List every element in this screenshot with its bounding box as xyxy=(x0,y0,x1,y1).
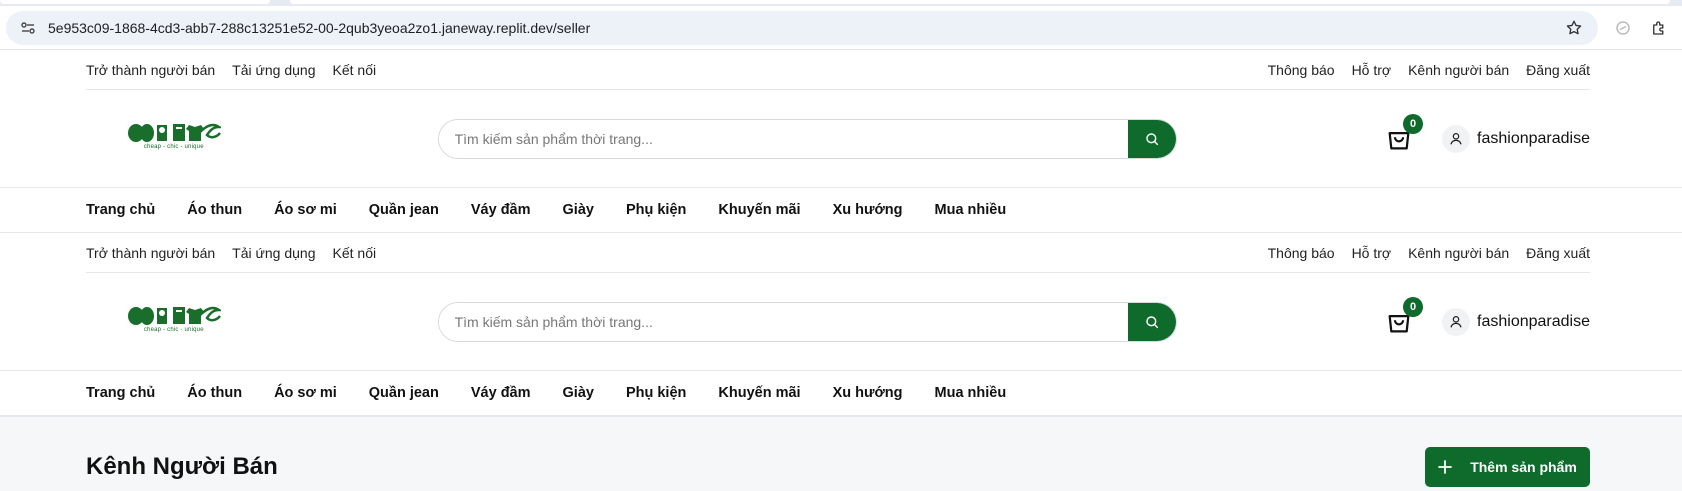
nav-best-sellers[interactable]: Mua nhiều xyxy=(935,202,1007,218)
logo-mark xyxy=(127,123,221,142)
extension-icon[interactable] xyxy=(1612,17,1634,39)
nav-shoes[interactable]: Giày xyxy=(563,385,594,401)
top-left-links: Trở thành người bán Tải ứng dụng Kết nối xyxy=(86,62,376,78)
logo-tagline: cheap - chic - unique xyxy=(143,326,204,333)
main-bar: cheap - chic - unique 0 fashionparadise xyxy=(86,273,1590,370)
top-links-bar: Trở thành người bán Tải ứng dụng Kết nối… xyxy=(86,233,1590,273)
link-become-seller[interactable]: Trở thành người bán xyxy=(86,245,215,261)
link-seller-channel[interactable]: Kênh người bán xyxy=(1408,62,1509,78)
user-icon xyxy=(1442,307,1471,336)
search-bar xyxy=(437,301,1178,342)
link-logout[interactable]: Đăng xuất xyxy=(1526,62,1590,78)
search-icon xyxy=(1146,132,1159,145)
star-icon[interactable] xyxy=(1562,16,1586,40)
link-connect[interactable]: Kết nối xyxy=(333,245,377,261)
nav-jeans[interactable]: Quần jean xyxy=(369,385,439,401)
top-right-links: Thông báo Hỗ trợ Kênh người bán Đăng xuấ… xyxy=(1268,62,1590,78)
link-notifications[interactable]: Thông báo xyxy=(1268,245,1335,261)
nav-best-sellers[interactable]: Mua nhiều xyxy=(935,385,1007,401)
plus-icon xyxy=(1438,460,1453,474)
top-left-links: Trở thành người bán Tải ứng dụng Kết nối xyxy=(86,245,376,261)
nav-dresses[interactable]: Váy đầm xyxy=(471,385,531,401)
browser-tab[interactable] xyxy=(290,0,1670,4)
nav-shoes[interactable]: Giày xyxy=(563,202,594,218)
link-seller-channel[interactable]: Kênh người bán xyxy=(1408,245,1509,261)
url-text[interactable]: 5e953c09-1868-4cd3-abb7-288c13251e52-00-… xyxy=(48,20,1562,36)
seller-header-row: Kênh Người Bán Thêm sản phẩm xyxy=(86,417,1590,487)
link-logout[interactable]: Đăng xuất xyxy=(1526,245,1590,261)
user-menu[interactable]: fashionparadise xyxy=(1442,124,1590,153)
cart-count-badge: 0 xyxy=(1403,113,1424,134)
logo-mark xyxy=(127,306,221,325)
nav-shirts[interactable]: Áo sơ mi xyxy=(274,202,337,218)
site-header: Trở thành người bán Tải ứng dụng Kết nối… xyxy=(0,50,1682,233)
link-connect[interactable]: Kết nối xyxy=(333,62,377,78)
nav-home[interactable]: Trang chủ xyxy=(86,202,155,218)
nav-trends[interactable]: Xu hướng xyxy=(833,202,903,218)
site-info-icon[interactable] xyxy=(18,18,38,38)
main-bar: cheap - chic - unique 0 fashionparadise xyxy=(86,90,1590,187)
link-support[interactable]: Hỗ trợ xyxy=(1352,62,1392,78)
browser-tab[interactable] xyxy=(0,0,270,4)
top-links-bar: Trở thành người bán Tải ứng dụng Kết nối… xyxy=(86,50,1590,90)
user-icon xyxy=(1442,124,1471,153)
link-become-seller[interactable]: Trở thành người bán xyxy=(86,62,215,78)
search-input[interactable] xyxy=(438,119,1129,158)
search-icon xyxy=(1146,315,1159,328)
nav-home[interactable]: Trang chủ xyxy=(86,385,155,401)
link-notifications[interactable]: Thông báo xyxy=(1268,62,1335,78)
link-support[interactable]: Hỗ trợ xyxy=(1352,245,1392,261)
site-header-duplicate: Trở thành người bán Tải ứng dụng Kết nối… xyxy=(0,233,1682,416)
link-download-app[interactable]: Tải ứng dụng xyxy=(232,245,315,261)
nav-shirts[interactable]: Áo sơ mi xyxy=(274,385,337,401)
username: fashionparadise xyxy=(1477,312,1590,330)
seller-page: Kênh Người Bán Thêm sản phẩm xyxy=(0,416,1682,491)
logo-tagline: cheap - chic - unique xyxy=(143,143,204,150)
category-nav: Trang chủ Áo thun Áo sơ mi Quần jean Váy… xyxy=(86,188,1590,232)
link-download-app[interactable]: Tải ứng dụng xyxy=(232,62,315,78)
nav-dresses[interactable]: Váy đầm xyxy=(471,202,531,218)
search-bar xyxy=(437,118,1178,159)
username: fashionparadise xyxy=(1477,129,1590,147)
user-menu[interactable]: fashionparadise xyxy=(1442,307,1590,336)
search-button[interactable] xyxy=(1128,302,1177,341)
add-product-label: Thêm sản phẩm xyxy=(1470,459,1577,475)
nav-tshirts[interactable]: Áo thun xyxy=(187,202,242,218)
nav-accessories[interactable]: Phụ kiện xyxy=(626,202,686,218)
logo[interactable]: cheap - chic - unique xyxy=(120,119,228,159)
browser-tab-strip xyxy=(0,0,1682,6)
add-product-button[interactable]: Thêm sản phẩm xyxy=(1425,447,1590,487)
cart-count-badge: 0 xyxy=(1403,296,1424,317)
browser-toolbar: 5e953c09-1868-4cd3-abb7-288c13251e52-00-… xyxy=(0,6,1682,50)
logo[interactable]: cheap - chic - unique xyxy=(120,302,228,342)
address-bar[interactable]: 5e953c09-1868-4cd3-abb7-288c13251e52-00-… xyxy=(6,10,1598,45)
cart-button[interactable]: 0 xyxy=(1382,296,1424,339)
nav-promotions[interactable]: Khuyến mãi xyxy=(718,385,800,401)
puzzle-icon[interactable] xyxy=(1648,17,1670,39)
page-title: Kênh Người Bán xyxy=(86,453,278,480)
top-right-links: Thông báo Hỗ trợ Kênh người bán Đăng xuấ… xyxy=(1268,245,1590,261)
nav-promotions[interactable]: Khuyến mãi xyxy=(718,202,800,218)
nav-tshirts[interactable]: Áo thun xyxy=(187,385,242,401)
cart-button[interactable]: 0 xyxy=(1382,113,1424,156)
search-input[interactable] xyxy=(438,302,1129,341)
search-button[interactable] xyxy=(1128,119,1177,158)
nav-accessories[interactable]: Phụ kiện xyxy=(626,385,686,401)
nav-trends[interactable]: Xu hướng xyxy=(833,385,903,401)
nav-jeans[interactable]: Quần jean xyxy=(369,202,439,218)
category-nav: Trang chủ Áo thun Áo sơ mi Quần jean Váy… xyxy=(86,371,1590,415)
